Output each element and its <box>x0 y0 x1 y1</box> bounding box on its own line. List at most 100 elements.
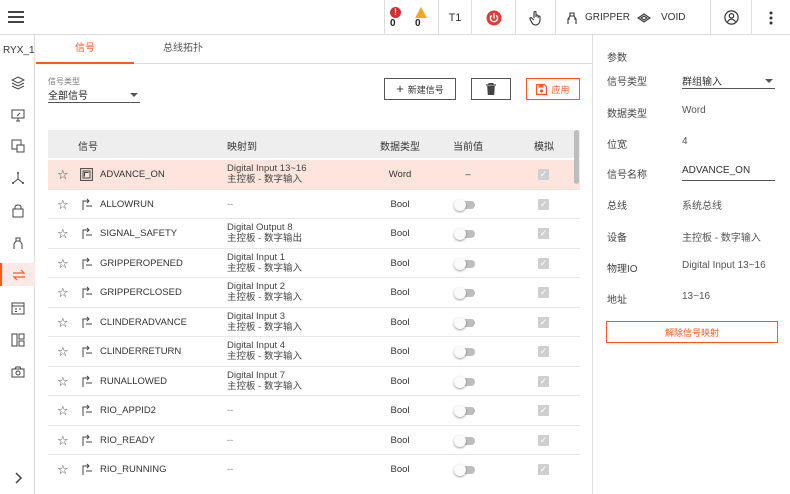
digital-signal-icon <box>80 286 93 299</box>
more-button[interactable] <box>751 0 790 35</box>
simulate-checkbox[interactable]: ✓ <box>538 434 549 446</box>
plus-icon: + <box>396 81 404 96</box>
workobject-icon <box>637 12 652 23</box>
simulate-checkbox[interactable]: ✓ <box>538 287 549 298</box>
signal-mapping: Digital Input 3 主控板 - 数字输入 <box>227 311 302 333</box>
simulate-checkbox[interactable]: ✓ <box>538 464 549 475</box>
favorite-star-icon[interactable]: ☆ <box>57 344 69 360</box>
rail-expand[interactable] <box>6 466 29 489</box>
favorite-star-icon[interactable]: ☆ <box>57 226 69 242</box>
signal-value-toggle[interactable] <box>454 464 475 476</box>
signal-value-toggle[interactable] <box>454 257 475 270</box>
favorite-star-icon[interactable]: ☆ <box>57 167 69 183</box>
favorite-star-icon[interactable]: ☆ <box>57 374 69 390</box>
bus-value: 系统总线 <box>682 201 722 212</box>
signal-mapping: Digital Input 13~16 主控板 - 数字输入 <box>227 163 307 185</box>
signal-value-toggle[interactable] <box>454 405 475 417</box>
parameter-panel: 参数 信号类型 群组输入 数据类型 Word 位宽 4 信号名称 ADVANCE… <box>592 35 790 494</box>
user-button[interactable] <box>710 0 751 35</box>
table-row[interactable]: ☆ SIGNAL_SAFETY Digital Output 8 主控板 - 数字输出… <box>48 219 580 249</box>
signal-value-toggle[interactable] <box>454 316 475 329</box>
simulate-checkbox[interactable]: ✓ <box>538 316 549 328</box>
simulate-checkbox[interactable]: ✓ <box>538 169 549 180</box>
table-row[interactable]: ☆ GRIPPEROPENED Digital Input 1 主控板 - 数字输入 B… <box>48 248 580 278</box>
mapping-device: 主控板 - 数字输入 <box>227 351 302 362</box>
new-signal-button[interactable]: + 新建信号 <box>384 78 456 100</box>
simulate-checkbox[interactable]: ✓ <box>538 346 549 357</box>
table-row[interactable]: ☆ RIO_READY -- Bool ✓ <box>48 425 580 455</box>
rail-devices[interactable] <box>6 328 29 351</box>
data-type-value: Word <box>682 105 706 116</box>
table-row[interactable]: ☆ RIO_APPID2 -- Bool ✓ <box>48 396 580 426</box>
rail-payload[interactable] <box>6 199 29 222</box>
rail-layers[interactable] <box>6 71 29 94</box>
table-row[interactable]: ☆ GRIPPERCLOSED Digital Input 2 主控板 - 数字输入 B… <box>48 278 580 308</box>
mapping-io: Digital Input 2 <box>227 281 286 292</box>
alarm-indicator[interactable]: ! 0 0 <box>384 0 438 35</box>
mapping-device: 主控板 - 数字输入 <box>227 174 302 185</box>
hand-guide-button[interactable] <box>515 0 555 35</box>
signal-value-toggle[interactable] <box>454 375 475 388</box>
rail-tool[interactable] <box>6 231 29 254</box>
unmap-signal-button[interactable]: 解除信号映射 <box>606 321 778 343</box>
table-header: 信号 映射到 数据类型 当前值 模拟 <box>48 130 580 158</box>
rail-signals[interactable] <box>0 263 35 286</box>
favorite-star-icon[interactable]: ☆ <box>57 403 69 419</box>
table-row[interactable]: ☆ CLINDERADVANCE Digital Input 3 主控板 - 数字输入… <box>48 307 580 337</box>
camera-icon <box>11 366 24 377</box>
table-row[interactable]: ☆ RIO_RUNNING -- Bool ✓ <box>48 455 580 480</box>
power-button[interactable] <box>471 0 515 35</box>
digital-signal-icon <box>80 198 93 211</box>
rail-coordinate[interactable] <box>6 166 29 189</box>
signal-value-toggle[interactable] <box>454 346 475 358</box>
table-scrollbar[interactable] <box>574 130 579 184</box>
rail-program[interactable] <box>6 103 29 126</box>
rail-camera[interactable] <box>6 360 29 383</box>
device-icon <box>11 333 24 346</box>
signal-mapping: -- <box>227 405 233 416</box>
table-row[interactable]: ☆ RUNALLOWED Digital Input 7 主控板 - 数字输入 Bool… <box>48 366 580 396</box>
mapping-io: Digital Output 8 <box>227 222 293 233</box>
workobject-name: VOID <box>661 12 686 23</box>
table-row[interactable]: ☆ ADVANCE_ON Digital Input 13~16 主控板 - 数字输入… <box>48 160 580 190</box>
tab-signals[interactable]: 信号 <box>36 36 134 64</box>
favorite-star-icon[interactable]: ☆ <box>57 256 69 272</box>
gripper-icon <box>567 11 577 24</box>
group-signal-icon <box>80 168 93 181</box>
table-row[interactable]: ☆ ALLOWRUN -- Bool ✓ <box>48 189 580 219</box>
signal-type-filter[interactable]: 全部信号 <box>48 87 140 103</box>
rail-calendar[interactable] <box>6 296 29 319</box>
simulate-checkbox[interactable]: ✓ <box>538 375 549 387</box>
delete-signal-button[interactable] <box>471 78 511 100</box>
signal-value-toggle[interactable] <box>454 287 475 299</box>
warning-icon <box>415 6 427 18</box>
physical-io-value: Digital Input 13~16 <box>682 260 766 271</box>
mode-indicator[interactable]: T1 <box>438 0 471 35</box>
favorite-star-icon[interactable]: ☆ <box>57 462 69 478</box>
simulate-checkbox[interactable]: ✓ <box>538 405 549 416</box>
rail-io-board[interactable] <box>6 134 29 157</box>
signal-name: RIO_RUNNING <box>100 464 167 475</box>
tool-workobj-selector[interactable]: GRIPPER VOID <box>555 0 710 35</box>
signal-name-input[interactable]: ADVANCE_ON <box>682 165 775 181</box>
favorite-star-icon[interactable]: ☆ <box>57 285 69 301</box>
favorite-star-icon[interactable]: ☆ <box>57 315 69 331</box>
table-row[interactable]: ☆ CLINDERRETURN Digital Input 4 主控板 - 数字输入 B… <box>48 337 580 367</box>
favorite-star-icon[interactable]: ☆ <box>57 433 69 449</box>
mapping-io: Digital Input 7 <box>227 369 286 381</box>
simulate-checkbox[interactable]: ✓ <box>538 198 549 210</box>
simulate-checkbox[interactable]: ✓ <box>538 228 549 239</box>
signal-value-toggle[interactable] <box>454 198 475 211</box>
menu-icon[interactable] <box>6 8 26 26</box>
signal-value-toggle[interactable] <box>454 228 475 240</box>
width-value: 4 <box>682 136 688 147</box>
signal-name: ALLOWRUN <box>100 198 154 210</box>
favorite-star-icon[interactable]: ☆ <box>57 197 69 213</box>
signal-type-select[interactable]: 群组输入 <box>682 73 775 89</box>
signal-value-toggle[interactable] <box>454 434 475 447</box>
tab-bus-topology[interactable]: 总线拓扑 <box>134 36 232 64</box>
monitor-edit-icon <box>11 109 24 121</box>
col-simulate: 模拟 <box>534 142 554 153</box>
apply-button[interactable]: 应用 <box>526 78 580 100</box>
simulate-checkbox[interactable]: ✓ <box>538 257 549 269</box>
